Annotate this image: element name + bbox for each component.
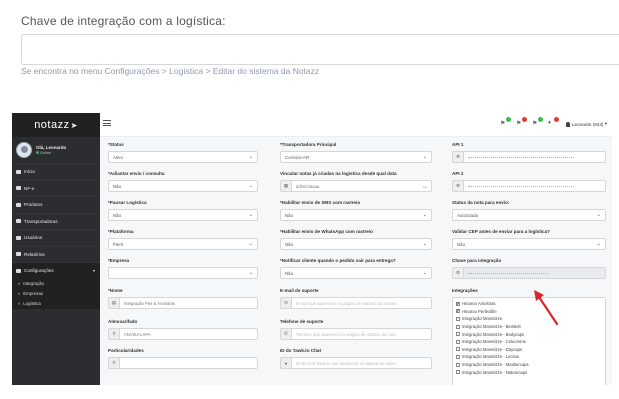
red-arrow-annotation xyxy=(534,290,559,326)
top-hint: Se encontra no menu Configurações > Logí… xyxy=(21,66,320,76)
logistics-key-input[interactable] xyxy=(21,34,619,65)
embedded-screenshot: notazz ➤ Olá, Leonardo Online Início NF-e… xyxy=(12,113,612,385)
top-label: Chave de integração com a logística: xyxy=(21,14,226,28)
